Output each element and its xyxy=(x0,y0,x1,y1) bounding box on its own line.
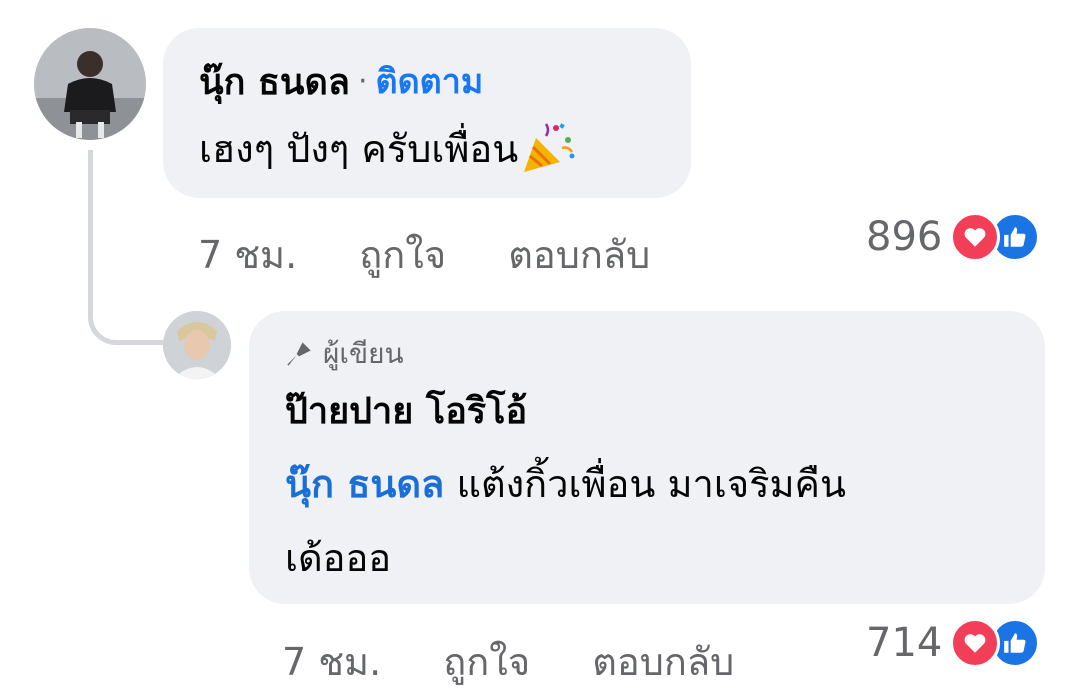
comment-thread: นุ๊ก ธนดล · ติดตาม เฮงๆ ปังๆ ครับเพื่อน xyxy=(0,0,1079,697)
comment-text: เฮงๆ ปังๆ ครับเพื่อน xyxy=(199,126,519,171)
comment-author-name[interactable]: นุ๊ก ธนดล xyxy=(199,53,350,110)
reply-actions: 7 ชม. ถูกใจ ตอบกลับ xyxy=(282,631,784,692)
like-action-button[interactable]: ถูกใจ xyxy=(359,233,446,277)
reply-reaction-summary[interactable]: 714 xyxy=(866,618,1041,668)
avatar[interactable] xyxy=(163,311,231,379)
comment-actions: 7 ชม. ถูกใจ ตอบกลับ xyxy=(198,224,700,285)
reply-bubble: ผู้เขียน ป๊ายปาย โอริโอ้ นุ๊ก ธนดล แต้งก… xyxy=(249,311,1045,604)
reply-like-action-button[interactable]: ถูกใจ xyxy=(443,640,530,684)
reply-author-photo xyxy=(163,311,231,379)
follow-button[interactable]: ติดตาม xyxy=(376,54,484,108)
party-popper-icon xyxy=(520,120,578,176)
reaction-summary[interactable]: 896 xyxy=(866,212,1041,262)
microphone-icon xyxy=(287,342,311,366)
author-badge-label: ผู้เขียน xyxy=(323,337,404,370)
reaction-count: 896 xyxy=(866,214,943,260)
reply-text-line2: เด้อออ xyxy=(285,536,392,580)
love-reaction-icon xyxy=(950,618,1001,668)
reply-text-line1: นุ๊ก ธนดล แต้งกิ้วเพื่อน มาเจริมคืน xyxy=(285,457,1045,511)
love-reaction-icon xyxy=(950,212,1001,262)
comment-bubble: นุ๊ก ธนดล · ติดตาม เฮงๆ ปังๆ ครับเพื่อน xyxy=(163,28,691,198)
author-badge: ผู้เขียน xyxy=(285,335,1045,373)
commenter-photo xyxy=(34,28,146,140)
reply-author-name[interactable]: ป๊ายปาย โอริโอ้ xyxy=(285,387,1045,437)
reaction-count: 714 xyxy=(866,620,943,666)
thread-connector-line xyxy=(88,150,170,345)
separator-dot: · xyxy=(357,63,368,99)
reply-text: แต้งกิ้วเพื่อน มาเจริมคืน xyxy=(456,462,846,506)
reply-action-button[interactable]: ตอบกลับ xyxy=(508,233,650,277)
mention-link[interactable]: นุ๊ก ธนดล xyxy=(285,462,444,506)
reply-reply-action-button[interactable]: ตอบกลับ xyxy=(592,640,734,684)
comment-timestamp[interactable]: 7 ชม. xyxy=(198,233,297,277)
reply-timestamp[interactable]: 7 ชม. xyxy=(282,640,381,684)
avatar[interactable] xyxy=(34,28,146,140)
